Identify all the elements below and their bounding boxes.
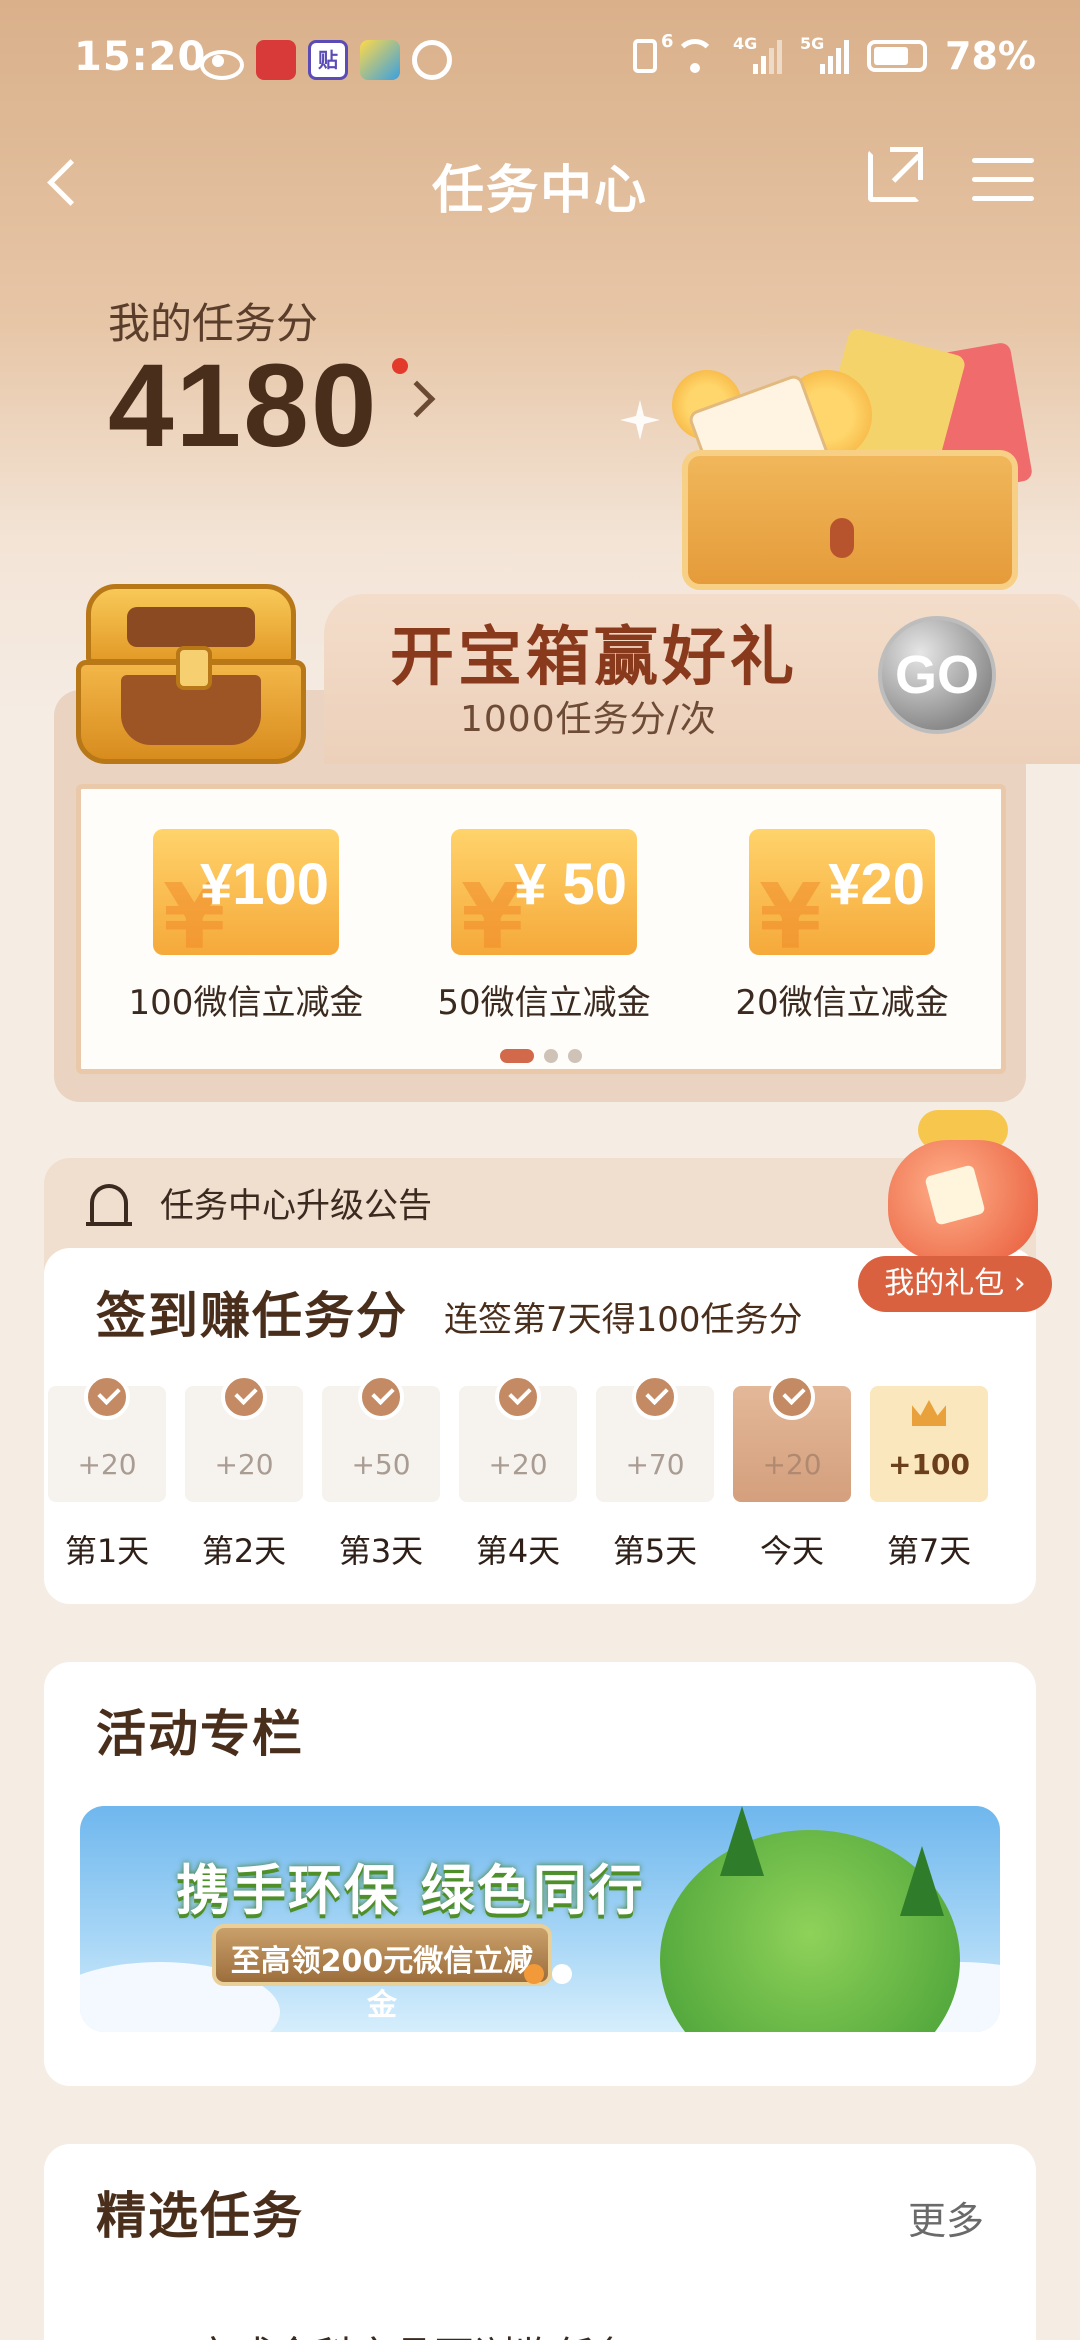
featured-tasks-card: 精选任务 更多 完成全科产品页浏览任务 <box>44 2144 1036 2340</box>
check-icon <box>358 1374 404 1420</box>
share-icon[interactable] <box>868 147 923 202</box>
score-value[interactable]: 4180 <box>108 338 379 474</box>
sim1-label: 6 <box>661 31 674 52</box>
task-title: 完成全科产品页浏览任务 <box>194 2324 634 2340</box>
go-button[interactable]: GO <box>878 616 996 734</box>
day-points: +20 <box>762 1448 822 1481</box>
signal-5g-icon: 5G <box>800 34 850 74</box>
score-unread-dot <box>392 358 408 374</box>
banner-subtitle: 至高领200元微信立减金 <box>230 1944 534 2023</box>
coupon-icon: ¥20 <box>749 829 935 955</box>
carousel-dot <box>500 1049 534 1063</box>
featured-title: 精选任务 <box>96 2187 304 2245</box>
banner-title: 携手环保 绿色同行 <box>176 1859 645 1922</box>
vibrate-icon <box>633 39 658 73</box>
signin-day[interactable]: +20 第2天 <box>185 1374 303 1572</box>
day-label: 第4天 <box>475 1532 561 1570</box>
signin-day[interactable]: +20 第4天 <box>459 1374 577 1572</box>
network-5g-label: 5G <box>800 34 825 53</box>
app-notification-icon <box>256 40 296 80</box>
carousel-dots <box>81 1049 1001 1063</box>
treasure-chest-icon[interactable] <box>76 564 306 764</box>
check-icon <box>221 1374 267 1420</box>
eye-icon <box>198 40 244 80</box>
reward-label: 100微信立减金 <box>128 983 364 1023</box>
reward-item[interactable]: ¥20 20微信立减金 <box>722 829 962 1024</box>
day-points: +100 <box>888 1448 970 1481</box>
day-points: +20 <box>77 1448 137 1481</box>
more-link[interactable]: 更多 <box>908 2190 984 2245</box>
signin-day[interactable]: +70 第5天 <box>596 1374 714 1572</box>
check-icon <box>495 1374 541 1420</box>
day-points: +20 <box>214 1448 274 1481</box>
crown-icon <box>912 1400 946 1426</box>
status-indicators: 6 4G 5G 78% <box>633 31 1036 78</box>
reward-amount: ¥100 <box>199 852 329 917</box>
day-label: 第7天 <box>886 1532 972 1570</box>
signin-title: 签到赚任务分 <box>96 1276 408 1348</box>
browser-notification-icon <box>360 40 400 80</box>
day-points: +50 <box>351 1448 411 1481</box>
open-treasure-card: 开宝箱赢好礼 1000任务分/次 GO ¥100 100微信立减金 ¥ 50 5… <box>54 584 1080 1104</box>
reward-carousel[interactable]: ¥100 100微信立减金 ¥ 50 50微信立减金 ¥20 20微信立减金 <box>76 784 1006 1074</box>
day-label: 第2天 <box>201 1532 287 1570</box>
reward-item[interactable]: ¥100 100微信立减金 <box>126 829 366 1024</box>
tieba-notification-icon: 贴 <box>308 40 348 80</box>
reward-amount: ¥ 50 <box>514 852 627 917</box>
coupon-icon: ¥100 <box>153 829 339 955</box>
reward-item[interactable]: ¥ 50 50微信立减金 <box>424 829 664 1024</box>
treasure-cost: 1000任务分/次 <box>460 699 717 740</box>
network-4g-label: 4G <box>733 34 758 53</box>
day-label: 第1天 <box>64 1532 150 1570</box>
menu-icon[interactable] <box>972 158 1034 202</box>
activity-title: 活动专栏 <box>96 1705 304 1763</box>
carousel-dot <box>568 1049 582 1063</box>
football-notification-icon <box>412 40 452 80</box>
coupon-icon: ¥ 50 <box>451 829 637 955</box>
my-gifts-button[interactable]: 我的礼包 › <box>858 1256 1052 1312</box>
check-icon <box>84 1374 130 1420</box>
banner-plate: 至高领200元微信立减金 <box>212 1924 552 2023</box>
treasure-chest-illustration <box>672 326 1034 590</box>
wifi-icon: 6 <box>661 31 716 73</box>
check-icon <box>769 1374 815 1420</box>
reward-label: 50微信立减金 <box>437 983 651 1023</box>
day-label: 第5天 <box>612 1532 698 1570</box>
day-label: 今天 <box>759 1532 824 1570</box>
battery-icon <box>867 40 928 72</box>
status-bar: 15:20 贴 6 4G 5G 78% <box>0 0 1080 120</box>
signal-4g-icon: 4G <box>733 34 783 74</box>
notice-text: 任务中心升级公告 <box>160 1186 432 1226</box>
activity-card: 活动专栏 携手环保 绿色同行 至高领200元微信立减金 <box>44 1662 1036 2086</box>
banner-dots <box>520 1964 576 1984</box>
activity-banner[interactable]: 携手环保 绿色同行 至高领200元微信立减金 <box>80 1806 1000 2032</box>
status-time: 15:20 <box>74 34 207 80</box>
battery-percent: 78% <box>945 34 1036 78</box>
signin-day-today[interactable]: +20 今天 <box>733 1374 851 1572</box>
day-points: +70 <box>625 1448 685 1481</box>
reward-amount: ¥20 <box>828 852 925 917</box>
day-label: 第3天 <box>338 1532 424 1570</box>
carousel-dot <box>544 1049 558 1063</box>
day-points: +20 <box>488 1448 548 1481</box>
reward-label: 20微信立减金 <box>735 983 949 1023</box>
signin-day[interactable]: +20 第1天 <box>48 1374 166 1572</box>
signin-subtitle: 连签第7天得100任务分 <box>444 1300 803 1340</box>
check-icon <box>632 1374 678 1420</box>
signin-day-bonus[interactable]: +100 第7天 <box>870 1386 988 1572</box>
gift-bag-icon[interactable] <box>878 1110 1048 1260</box>
top-nav: 任务中心 <box>0 130 1080 230</box>
bell-icon <box>86 1184 132 1226</box>
treasure-title: 开宝箱赢好礼 <box>390 620 798 695</box>
signin-day[interactable]: +50 第3天 <box>322 1374 440 1572</box>
